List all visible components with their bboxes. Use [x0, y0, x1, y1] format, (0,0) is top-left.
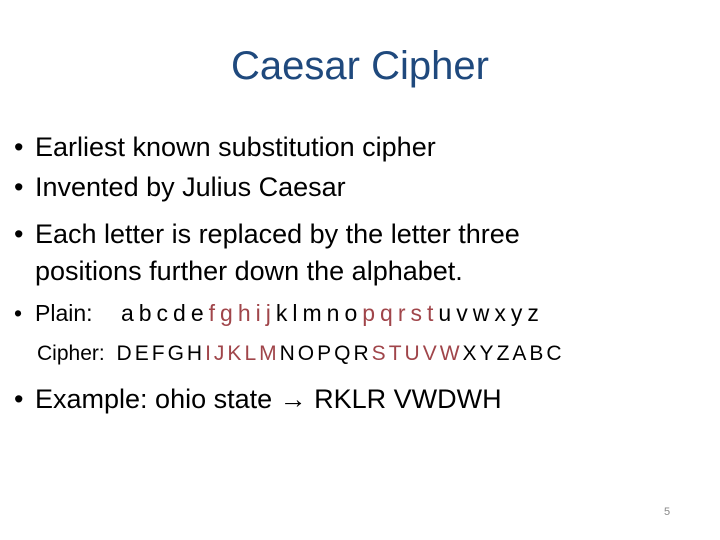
plain-letter-r: r — [397, 300, 406, 326]
plain-label: Plain: — [35, 300, 93, 326]
cipher-letter-J: J — [213, 342, 225, 365]
bullet-text: Earliest known substitution cipher — [35, 132, 436, 162]
plain-letter-h: h — [237, 300, 251, 326]
plain-letter-v: v — [456, 300, 468, 326]
cipher-row: Cipher: DEFGHIJKLMNOPQRSTUVWXYZABC — [37, 342, 562, 366]
cipher-letter-E: E — [134, 342, 149, 365]
cipher-letter-G: G — [167, 342, 184, 365]
cipher-letter-M: M — [259, 342, 277, 365]
cipher-letter-P: P — [317, 342, 332, 365]
plain-letter-d: d — [173, 300, 186, 326]
bullet-marker: • — [14, 384, 24, 414]
plain-letter-x: x — [494, 300, 506, 326]
plain-letter-w: w — [472, 300, 490, 326]
bullet-marker: • — [14, 132, 24, 162]
cipher-letter-L: L — [244, 342, 257, 365]
example-text: Example: ohio state → RKLR VWDWH — [35, 384, 502, 415]
cipher-letter-N: N — [279, 342, 295, 365]
example-prefix: Example: ohio state — [35, 384, 280, 414]
plain-letter-n: n — [326, 300, 340, 326]
cipher-letter-C: C — [546, 342, 562, 365]
plain-letter-y: y — [510, 300, 523, 326]
plain-letter-k: k — [275, 300, 288, 326]
cipher-letter-O: O — [297, 342, 315, 365]
plain-letter-o: o — [344, 300, 358, 326]
cipher-letter-Q: Q — [334, 342, 351, 365]
cipher-letter-D: D — [116, 342, 132, 365]
cipher-letter-Y: Y — [479, 342, 494, 365]
slide-title: Caesar Cipher — [231, 44, 489, 88]
plain-letter-b: b — [138, 300, 152, 326]
cipher-letter-B: B — [529, 342, 544, 365]
plain-letter-z: z — [527, 300, 539, 326]
example-result: RKLR VWDWH — [306, 384, 502, 414]
cipher-letter-U: U — [404, 342, 420, 365]
cipher-letter-S: S — [371, 342, 386, 365]
bullet-marker: • — [14, 219, 24, 249]
plain-letter-s: s — [410, 300, 423, 326]
plain-letter-p: p — [362, 300, 376, 326]
cipher-letter-Z: Z — [496, 342, 510, 365]
cipher-letter-V: V — [422, 342, 437, 365]
cipher-letter-K: K — [227, 342, 242, 365]
plain-letter-a: a — [120, 300, 134, 326]
plain-letter-j: j — [265, 300, 271, 326]
plain-letter-c: c — [156, 300, 169, 326]
plain-letter-m: m — [302, 300, 322, 326]
bullet-marker: • — [14, 172, 24, 202]
plain-letter-u: u — [438, 300, 452, 326]
plain-letter-t: t — [427, 300, 434, 326]
plain-letter-i: i — [255, 300, 261, 326]
plain-letters: abcdefghijklmnopqrstuvwxyz — [121, 300, 539, 327]
cipher-letter-A: A — [512, 342, 527, 365]
cipher-letter-W: W — [439, 342, 460, 365]
arrow-icon: → — [279, 384, 307, 414]
bullet-marker: • — [14, 300, 23, 326]
cipher-letter-F: F — [151, 342, 165, 365]
bullet-text: Each letter is replaced by the letter th… — [35, 219, 520, 249]
plain-letter-e: e — [190, 300, 204, 326]
cipher-letter-H: H — [186, 342, 203, 365]
plain-letter-q: q — [380, 300, 393, 326]
cipher-letter-I: I — [205, 342, 211, 365]
bullet-text: positions further down the alphabet. — [35, 256, 463, 286]
plain-letter-f: f — [208, 300, 216, 326]
cipher-label: Cipher: — [37, 342, 105, 365]
page-number: 5 — [664, 506, 671, 518]
cipher-letter-X: X — [462, 342, 477, 365]
cipher-letter-R: R — [353, 342, 369, 365]
bullet-text: Invented by Julius Caesar — [35, 172, 346, 202]
plain-letter-l: l — [292, 300, 298, 326]
cipher-letters: DEFGHIJKLMNOPQRSTUVWXYZABC — [111, 342, 562, 366]
cipher-letter-T: T — [388, 342, 402, 365]
plain-letter-g: g — [220, 300, 233, 326]
